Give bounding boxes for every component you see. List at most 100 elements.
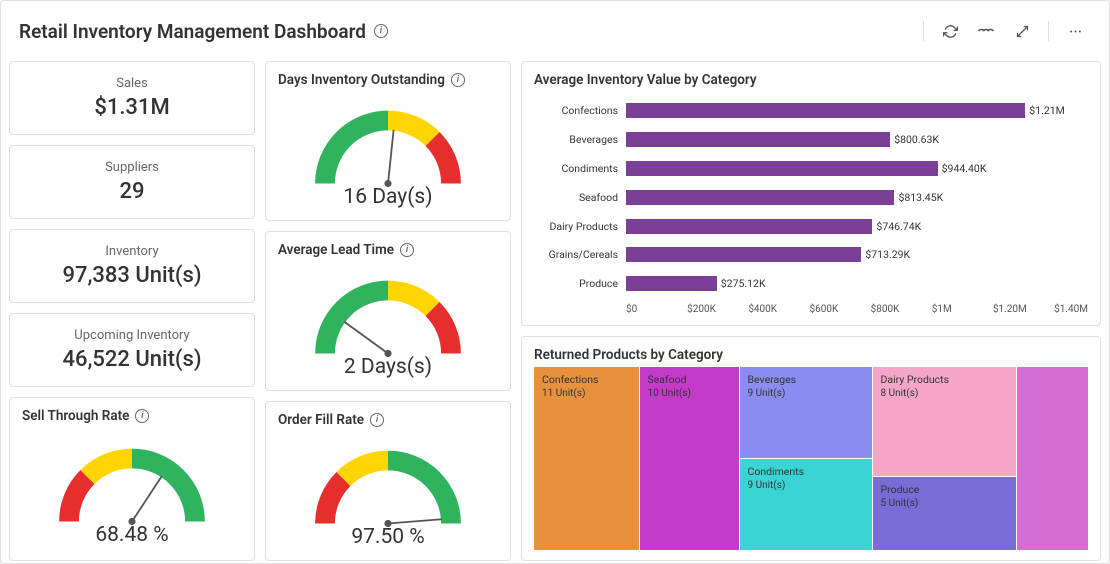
kpi-value: 46,522 Unit(s) xyxy=(22,347,242,372)
bar-label: Dairy Products xyxy=(534,220,626,233)
cell-value: 8 Unit(s) xyxy=(881,388,1008,399)
treemap-cell[interactable]: Beverages 9 Unit(s) xyxy=(740,367,872,458)
header: Retail Inventory Management Dashboard i xyxy=(9,9,1101,53)
kpi-label: Sales xyxy=(22,76,242,91)
kpi-inventory: Inventory 97,383 Unit(s) xyxy=(9,229,255,303)
gauge-fillrate: Order Fill Ratei 97.50 % xyxy=(265,401,511,561)
bar-row: Seafood $813.45K xyxy=(534,187,1088,207)
card-title: Sell Through Rate i xyxy=(22,408,242,424)
kpi-value: $1.31M xyxy=(22,95,242,120)
bar-fill xyxy=(626,219,872,234)
kpi-value: 97,383 Unit(s) xyxy=(22,263,242,288)
kpi-upcoming: Upcoming Inventory 46,522 Unit(s) xyxy=(9,313,255,387)
axis-tick: $0 xyxy=(626,304,687,315)
dashboard-root: Retail Inventory Management Dashboard i … xyxy=(0,0,1110,564)
bar-row: Dairy Products $746.74K xyxy=(534,216,1088,236)
gauge-value: 2 Days(s) xyxy=(344,355,432,379)
kpi-suppliers: Suppliers 29 xyxy=(9,145,255,219)
bar-row: Produce $275.12K xyxy=(534,274,1088,294)
treemap-cell[interactable] xyxy=(1017,367,1089,550)
bar-track: $713.29K xyxy=(626,247,1088,262)
axis-tick: $800K xyxy=(871,304,932,315)
gauge-chart xyxy=(298,93,478,193)
bar-fill xyxy=(626,132,890,147)
title-text: Average Lead Time xyxy=(278,242,394,258)
treemap-col: Dairy Products8 Unit(s)Produce5 Unit(s) xyxy=(873,367,1016,550)
axis-tick: $1.20M xyxy=(993,304,1054,315)
card-title: Average Inventory Value by Category xyxy=(534,72,1088,88)
bar-label: Seafood xyxy=(534,191,626,204)
bar-chart: Confections $1.21M Beverages $800.63K Co… xyxy=(534,92,1088,302)
bar-row: Grains/Cereals $713.29K xyxy=(534,245,1088,265)
info-icon[interactable]: i xyxy=(370,413,384,427)
gauge-sellthru: Sell Through Rate i 68.48 % xyxy=(9,397,255,561)
kpi-value: 29 xyxy=(22,179,242,204)
axis-tick: $1M xyxy=(932,304,993,315)
gauge-leadtime: Average Lead Time i 2 Days(s) xyxy=(265,231,511,391)
cell-name: Confections xyxy=(542,373,631,386)
kpi-label: Inventory xyxy=(22,244,242,259)
gauge-value: 97.50 % xyxy=(351,525,424,549)
bar-track: $813.45K xyxy=(626,190,1088,205)
bar-label: Beverages xyxy=(534,133,626,146)
treemap-col: Seafood 10 Unit(s) xyxy=(640,367,739,550)
gauge-wrap: 16 Day(s) xyxy=(278,92,498,210)
gauge-dio: Days Inventory Outstanding i 16 Day(s) xyxy=(265,61,511,221)
cell-name: Seafood xyxy=(648,373,731,386)
bar-value: $275.12K xyxy=(717,276,766,291)
treemap-col xyxy=(1017,367,1089,550)
cell-name: Produce xyxy=(881,483,1008,496)
gauge-chart xyxy=(42,431,222,531)
x-axis: $0$200K$400K$600K$800K$1M$1.20M$1.40M xyxy=(534,304,1088,315)
treemap-col: Beverages 9 Unit(s) Condiments9 Unit(s) xyxy=(740,367,872,550)
bar-value: $713.29K xyxy=(861,247,910,262)
more-button[interactable] xyxy=(1059,15,1091,47)
bar-label: Condiments xyxy=(534,162,626,175)
info-icon[interactable]: i xyxy=(135,409,149,423)
cell-name: Beverages xyxy=(748,373,864,386)
bar-fill xyxy=(626,190,894,205)
title-text: Sell Through Rate xyxy=(22,408,129,424)
bar-track: $1.21M xyxy=(626,103,1088,118)
cell-value: 9 Unit(s) xyxy=(748,388,864,399)
header-actions xyxy=(917,15,1091,47)
cell-name: Condiments xyxy=(748,465,864,478)
link-button[interactable] xyxy=(970,15,1002,47)
col-gauges: Days Inventory Outstanding i 16 Day(s) Av… xyxy=(265,61,511,561)
kpi-sales: Sales $1.31M xyxy=(9,61,255,135)
treemap-cell[interactable]: Produce5 Unit(s) xyxy=(873,477,1016,550)
bar-value: $800.63K xyxy=(890,132,939,147)
treemap-cell[interactable]: Seafood 10 Unit(s) xyxy=(640,367,739,550)
info-icon[interactable]: i xyxy=(400,243,414,257)
kpi-label: Suppliers xyxy=(22,160,242,175)
info-icon[interactable]: i xyxy=(451,73,465,87)
expand-button[interactable] xyxy=(1006,15,1038,47)
title-text: Days Inventory Outstanding xyxy=(278,72,445,88)
info-icon[interactable]: i xyxy=(374,24,388,38)
bar-label: Grains/Cereals xyxy=(534,248,626,261)
bar-fill xyxy=(626,161,938,176)
gauge-chart xyxy=(298,263,478,363)
bar-fill xyxy=(626,103,1025,118)
refresh-button[interactable] xyxy=(934,15,966,47)
bar-value: $944.40K xyxy=(938,161,987,176)
col-right: Average Inventory Value by Category Conf… xyxy=(521,61,1101,561)
treemap-cell[interactable]: Dairy Products8 Unit(s) xyxy=(873,367,1016,476)
refresh-icon xyxy=(943,24,958,39)
page-title: Retail Inventory Management Dashboard i xyxy=(19,20,388,43)
axis-tick: $200K xyxy=(687,304,748,315)
col-kpis-left: Sales $1.31M Suppliers 29 Inventory 97,3… xyxy=(9,61,255,561)
gauge-value: 16 Day(s) xyxy=(343,185,432,209)
bar-track: $800.63K xyxy=(626,132,1088,147)
bar-track: $746.74K xyxy=(626,219,1088,234)
gauge-wrap: 68.48 % xyxy=(22,428,242,550)
treemap-col: Confections11 Unit(s) xyxy=(534,367,639,550)
cell-value: 10 Unit(s) xyxy=(648,388,731,399)
card-title: Order Fill Ratei xyxy=(278,412,498,428)
treemap-cell[interactable]: Confections11 Unit(s) xyxy=(534,367,639,550)
bar-label: Confections xyxy=(534,104,626,117)
card-title: Returned Products by Category xyxy=(534,347,1088,363)
treemap-cell[interactable]: Condiments9 Unit(s) xyxy=(740,459,872,550)
gauge-wrap: 97.50 % xyxy=(278,432,498,550)
kpi-label: Upcoming Inventory xyxy=(22,328,242,343)
